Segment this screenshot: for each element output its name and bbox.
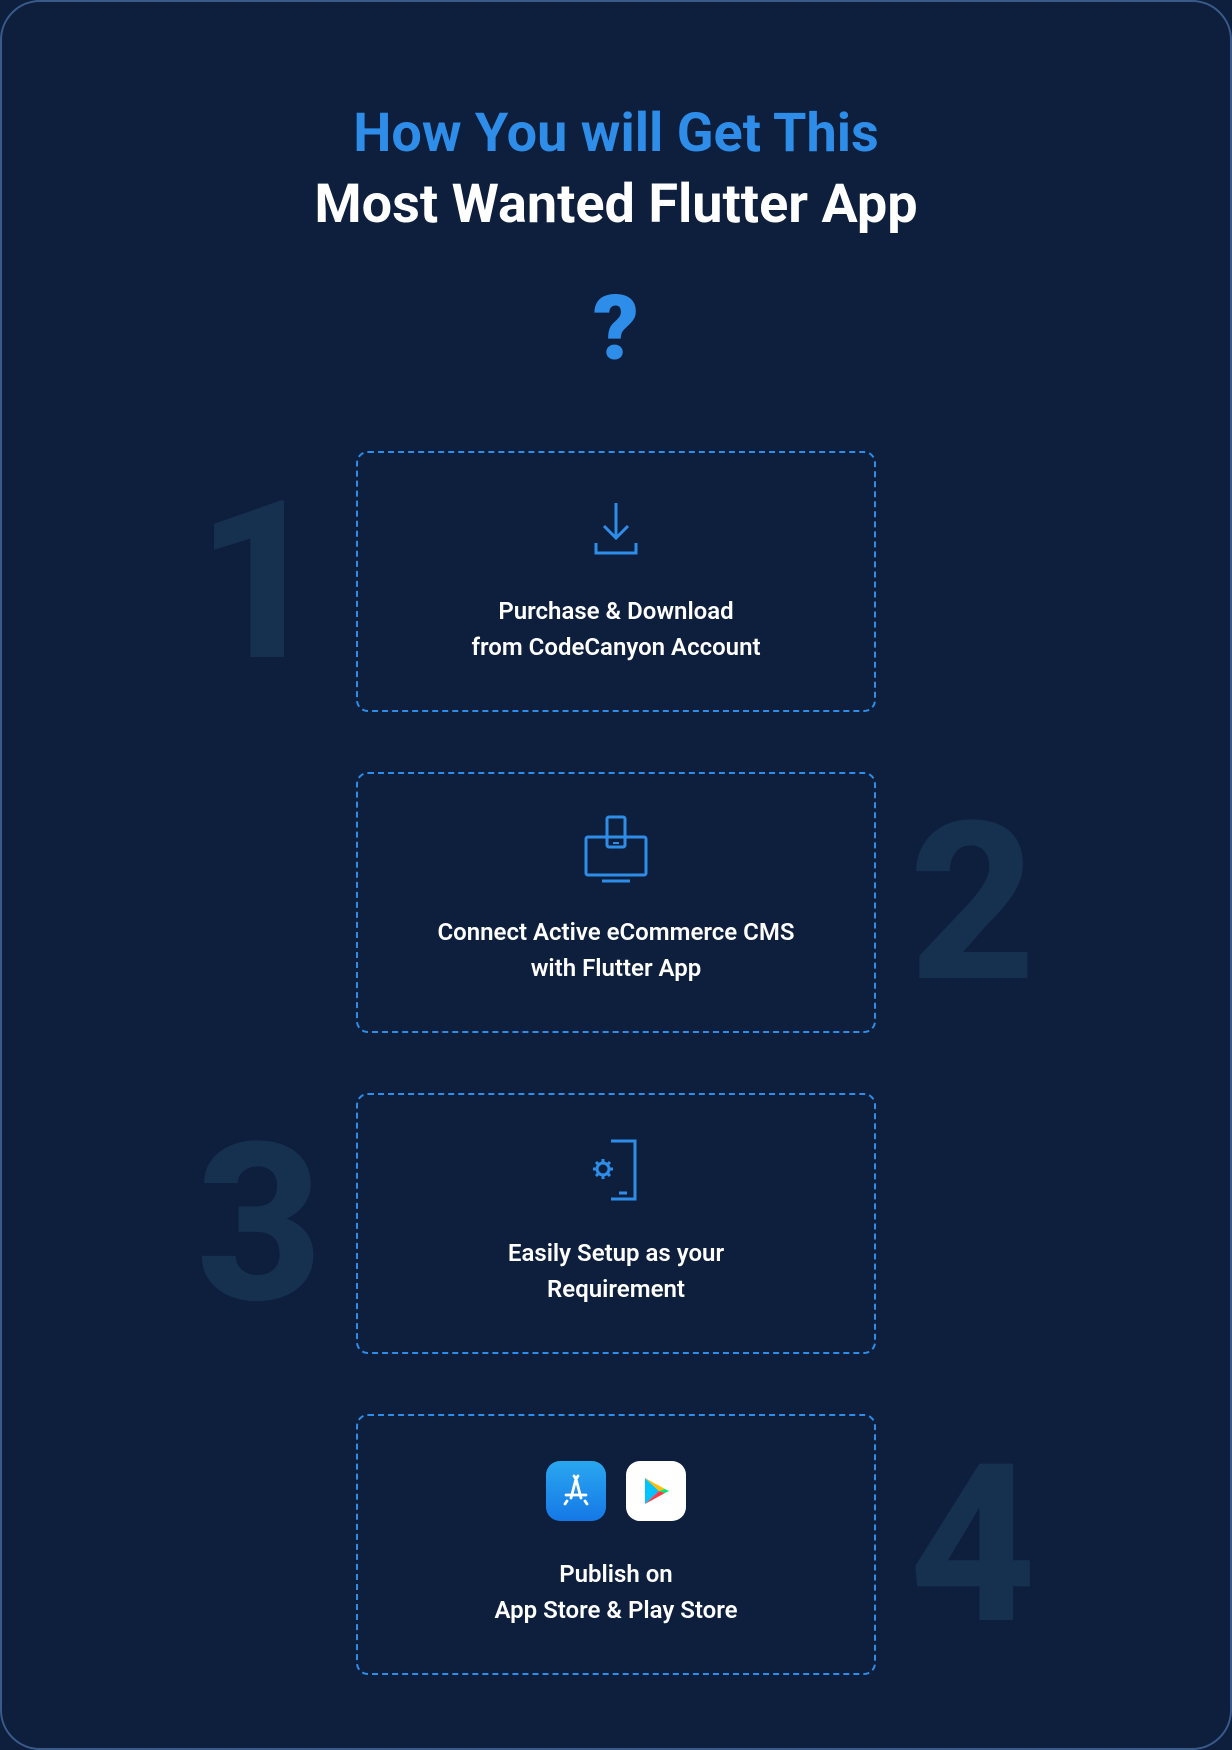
step-4-text-line-2: App Store & Play Store [494, 1596, 737, 1624]
step-3-box: Easily Setup as your Requirement [356, 1093, 876, 1354]
step-4-number: 4 [909, 1435, 1036, 1655]
step-2-text-line-1: Connect Active eCommerce CMS [437, 918, 794, 946]
app-store-icon [546, 1461, 606, 1521]
step-2-wrapper: 2 Connect Active eCommerce CMS with Flut… [356, 772, 876, 1033]
step-4-text-line-1: Publish on [559, 1560, 672, 1588]
step-1-wrapper: 1 Purchase & Download from CodeCanyon Ac… [356, 451, 876, 712]
step-4-text: Publish on App Store & Play Store [388, 1556, 844, 1628]
main-container: How You will Get This Most Wanted Flutte… [2, 2, 1230, 1735]
step-3-text: Easily Setup as your Requirement [388, 1235, 844, 1307]
step-3-text-line-2: Requirement [547, 1275, 685, 1303]
step-2-text-line-2: with Flutter App [531, 954, 702, 982]
play-store-icon [626, 1461, 686, 1521]
title-line-1: How You will Get This [353, 102, 878, 165]
connect-device-icon [388, 814, 844, 884]
step-2-box: Connect Active eCommerce CMS with Flutte… [356, 772, 876, 1033]
step-4-box: Publish on App Store & Play Store [356, 1414, 876, 1675]
steps-list: 1 Purchase & Download from CodeCanyon Ac… [62, 451, 1170, 1675]
step-4-wrapper: 4 [356, 1414, 876, 1675]
step-3-text-line-1: Easily Setup as your [508, 1239, 724, 1267]
step-2-number: 2 [909, 793, 1036, 1013]
step-1-text-line-2: from CodeCanyon Account [471, 633, 760, 661]
download-icon [388, 493, 844, 563]
step-1-number: 1 [196, 472, 323, 692]
publish-stores-icon [388, 1456, 844, 1526]
step-3-number: 3 [196, 1114, 323, 1334]
title-line-2: Most Wanted Flutter App [314, 173, 917, 236]
configure-device-icon [388, 1135, 844, 1205]
step-1-box: Purchase & Download from CodeCanyon Acco… [356, 451, 876, 712]
step-1-text: Purchase & Download from CodeCanyon Acco… [388, 593, 844, 665]
question-mark: ? [593, 276, 639, 381]
step-3-wrapper: 3 [356, 1093, 876, 1354]
step-1-text-line-1: Purchase & Download [498, 597, 733, 625]
step-2-text: Connect Active eCommerce CMS with Flutte… [388, 914, 844, 986]
